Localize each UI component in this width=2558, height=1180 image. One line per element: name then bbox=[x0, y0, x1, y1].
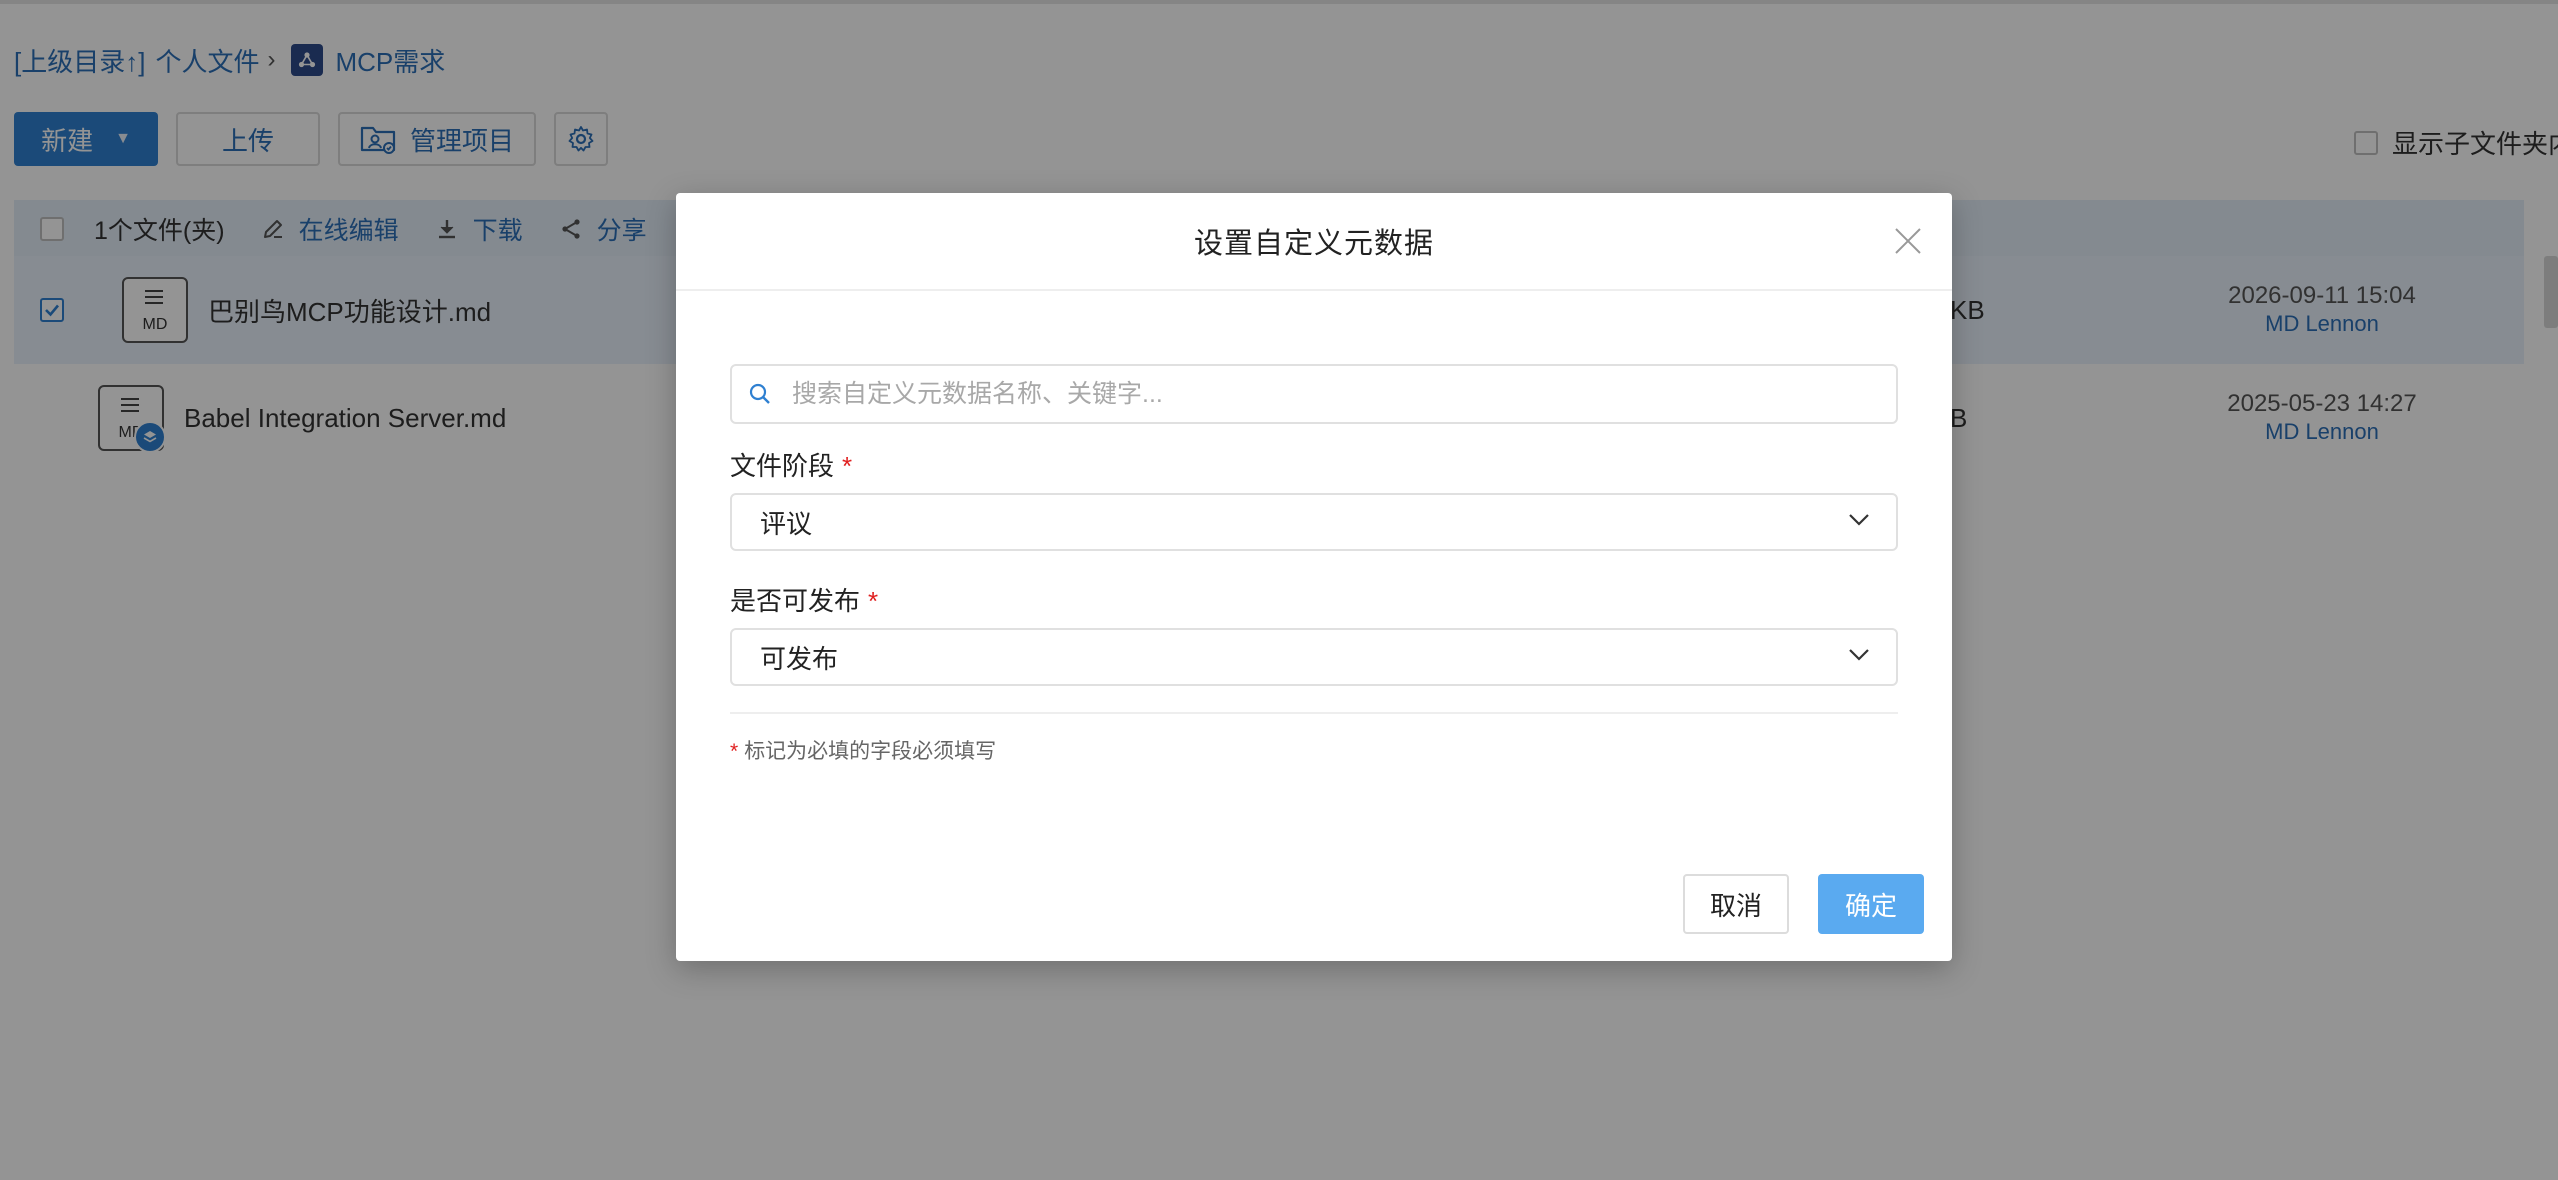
custom-metadata-dialog: 设置自定义元数据 文件阶段* 评议 是否可发布* 可发布 bbox=[676, 193, 1952, 961]
chevron-down-icon bbox=[1846, 641, 1872, 674]
metadata-search[interactable] bbox=[730, 364, 1898, 424]
required-note: * 标记为必填的字段必须填写 bbox=[730, 735, 996, 765]
publishable-select[interactable]: 可发布 bbox=[730, 628, 1898, 686]
publishable-value: 可发布 bbox=[760, 643, 839, 674]
file-stage-select[interactable]: 评议 bbox=[730, 493, 1898, 551]
file-stage-label-text: 文件阶段 bbox=[730, 451, 835, 481]
publishable-label-text: 是否可发布 bbox=[730, 586, 861, 616]
form-divider bbox=[730, 712, 1898, 714]
chevron-down-icon bbox=[1846, 506, 1872, 539]
publishable-label: 是否可发布 * bbox=[730, 581, 878, 618]
confirm-button[interactable]: 确定 bbox=[1818, 874, 1924, 934]
close-icon[interactable] bbox=[1890, 223, 1926, 259]
required-note-text: 标记为必填的字段必须填写 bbox=[744, 740, 997, 763]
cancel-button-label: 取消 bbox=[1709, 890, 1762, 921]
required-mark: * bbox=[842, 451, 853, 481]
cancel-button[interactable]: 取消 bbox=[1683, 874, 1789, 934]
search-icon bbox=[748, 382, 772, 406]
file-stage-value: 评议 bbox=[760, 508, 813, 539]
dialog-title: 设置自定义元数据 bbox=[1193, 228, 1434, 260]
dialog-header: 设置自定义元数据 bbox=[676, 193, 1952, 291]
metadata-search-input[interactable] bbox=[790, 378, 1874, 410]
confirm-button-label: 确定 bbox=[1844, 890, 1897, 921]
required-note-mark: * bbox=[730, 740, 739, 763]
file-stage-label: 文件阶段 * bbox=[730, 446, 852, 483]
required-mark: * bbox=[868, 586, 879, 616]
